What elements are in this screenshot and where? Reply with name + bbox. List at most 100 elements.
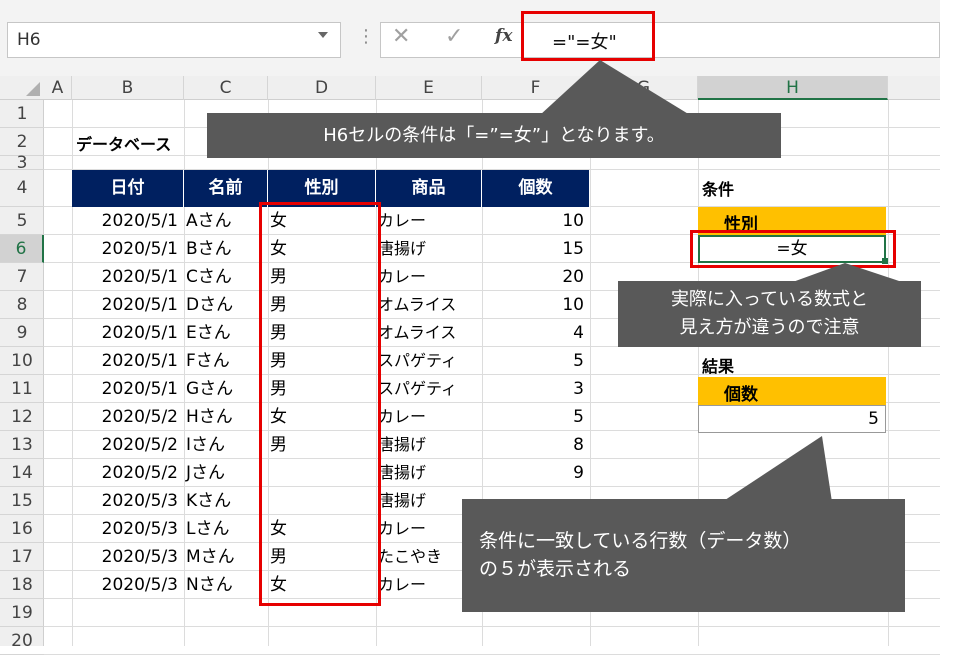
cell-quantity[interactable]: 10 [484, 207, 588, 235]
row-header-5[interactable]: 5 [0, 207, 44, 235]
row-header-2[interactable]: 2 [0, 128, 44, 156]
cell-quantity[interactable]: 5 [484, 403, 588, 431]
result-header-cell[interactable]: 個数 [698, 377, 886, 405]
result-value-cell[interactable]: 5 [698, 405, 886, 433]
column-header-h[interactable]: H [698, 76, 888, 100]
row-header-1[interactable]: 1 [0, 100, 44, 128]
cell-date[interactable]: 2020/5/3 [72, 571, 182, 599]
table-header-quantity: 個数 [482, 170, 590, 207]
cell-name[interactable]: Aさん [186, 207, 266, 235]
criteria-title: 条件 [702, 180, 735, 199]
callout-result-line1: 条件に一致している行数（データ数） [479, 530, 802, 552]
column-header-f[interactable]: F [482, 76, 590, 100]
callout-display-line1: 実際に入っている数式と [670, 289, 869, 310]
gender-column-highlight [259, 202, 381, 606]
row-header-6[interactable]: 6 [0, 235, 44, 263]
cancel-icon[interactable]: ✕ [392, 24, 410, 49]
insert-function-icon[interactable]: fx [495, 26, 512, 46]
callout-formula-note: H6セルの条件は「=”=女”」となります。 [207, 113, 781, 158]
select-all-icon[interactable] [26, 82, 40, 96]
cell-date[interactable]: 2020/5/3 [72, 487, 182, 515]
enter-icon[interactable]: ✓ [445, 24, 463, 49]
cell-product[interactable]: スパゲティ [378, 347, 482, 375]
cell-product[interactable]: カレー [378, 207, 482, 235]
drag-handle-icon[interactable]: ⋮ [357, 28, 375, 46]
criteria-cell-highlight [690, 230, 896, 268]
row-header-7[interactable]: 7 [0, 263, 44, 291]
cell-product[interactable]: オムライス [378, 319, 482, 347]
cell-product[interactable]: オムライス [378, 291, 482, 319]
cell-date[interactable]: 2020/5/3 [72, 543, 182, 571]
cell-date[interactable]: 2020/5/1 [72, 347, 182, 375]
cell-name[interactable]: Gさん [186, 375, 266, 403]
cell-product[interactable]: 唐揚げ [378, 235, 482, 263]
column-header-g[interactable]: G [590, 76, 698, 100]
cell-quantity[interactable]: 15 [484, 235, 588, 263]
database-title: データベース [76, 135, 172, 154]
cell-date[interactable]: 2020/5/1 [72, 235, 182, 263]
chevron-down-icon[interactable] [318, 32, 328, 38]
gridline-horizontal [44, 626, 940, 627]
cell-date[interactable]: 2020/5/1 [72, 375, 182, 403]
column-header-e[interactable]: E [376, 76, 482, 100]
cell-name[interactable]: Bさん [186, 235, 266, 263]
row-header-15[interactable]: 15 [0, 487, 44, 515]
row-header-13[interactable]: 13 [0, 431, 44, 459]
cell-date[interactable]: 2020/5/1 [72, 207, 182, 235]
cell-name[interactable]: Nさん [186, 571, 266, 599]
row-header-17[interactable]: 17 [0, 543, 44, 571]
row-header-3[interactable]: 3 [0, 155, 44, 172]
cell-name[interactable]: Hさん [186, 403, 266, 431]
cell-name[interactable]: Iさん [186, 431, 266, 459]
cell-date[interactable]: 2020/5/1 [72, 291, 182, 319]
cell-quantity[interactable]: 4 [484, 319, 588, 347]
column-header-d[interactable]: D [268, 76, 376, 100]
callout-result-note: 条件に一致している行数（データ数） の５が表示される [462, 499, 905, 612]
cell-date[interactable]: 2020/5/1 [72, 319, 182, 347]
column-header-b[interactable]: B [72, 76, 184, 100]
cell-quantity[interactable]: 8 [484, 431, 588, 459]
cell-date[interactable]: 2020/5/2 [72, 459, 182, 487]
callout-pointer-result [722, 436, 832, 502]
result-title: 結果 [702, 357, 735, 376]
cell-name[interactable]: Fさん [186, 347, 266, 375]
row-header-8[interactable]: 8 [0, 291, 44, 319]
row-header-19[interactable]: 19 [0, 599, 44, 627]
cell-quantity[interactable]: 20 [484, 263, 588, 291]
row-header-11[interactable]: 11 [0, 375, 44, 403]
cell-quantity[interactable]: 9 [484, 459, 588, 487]
table-header-name: 名前 [184, 170, 268, 207]
row-header-12[interactable]: 12 [0, 403, 44, 431]
table-header-date: 日付 [72, 170, 184, 207]
cell-product[interactable]: カレー [378, 403, 482, 431]
row-header-4[interactable]: 4 [0, 170, 44, 207]
cell-name[interactable]: Dさん [186, 291, 266, 319]
row-header-14[interactable]: 14 [0, 459, 44, 487]
cell-quantity[interactable]: 10 [484, 291, 588, 319]
cell-name[interactable]: Jさん [186, 459, 266, 487]
cell-name[interactable]: Cさん [186, 263, 266, 291]
row-header-16[interactable]: 16 [0, 515, 44, 543]
name-box[interactable]: H6 [7, 22, 341, 58]
cell-quantity[interactable]: 5 [484, 347, 588, 375]
cell-product[interactable]: スパゲティ [378, 375, 482, 403]
column-header-a[interactable]: A [44, 76, 72, 100]
cell-product[interactable]: 唐揚げ [378, 459, 482, 487]
cell-name[interactable]: Mさん [186, 543, 266, 571]
cell-date[interactable]: 2020/5/1 [72, 263, 182, 291]
row-header-18[interactable]: 18 [0, 571, 44, 599]
cell-name[interactable]: Kさん [186, 487, 266, 515]
cell-product[interactable]: カレー [378, 263, 482, 291]
row-header-9[interactable]: 9 [0, 319, 44, 347]
row-header-20[interactable]: 20 [0, 627, 44, 655]
cell-date[interactable]: 2020/5/2 [72, 431, 182, 459]
cell-quantity[interactable]: 3 [484, 375, 588, 403]
cell-date[interactable]: 2020/5/2 [72, 403, 182, 431]
row-header-10[interactable]: 10 [0, 347, 44, 375]
cell-product[interactable]: 唐揚げ [378, 431, 482, 459]
cell-date[interactable]: 2020/5/3 [72, 515, 182, 543]
callout-display-note: 実際に入っている数式と 見え方が違うので注意 [618, 281, 921, 347]
cell-name[interactable]: Lさん [186, 515, 266, 543]
column-header-c[interactable]: C [184, 76, 268, 100]
cell-name[interactable]: Eさん [186, 319, 266, 347]
